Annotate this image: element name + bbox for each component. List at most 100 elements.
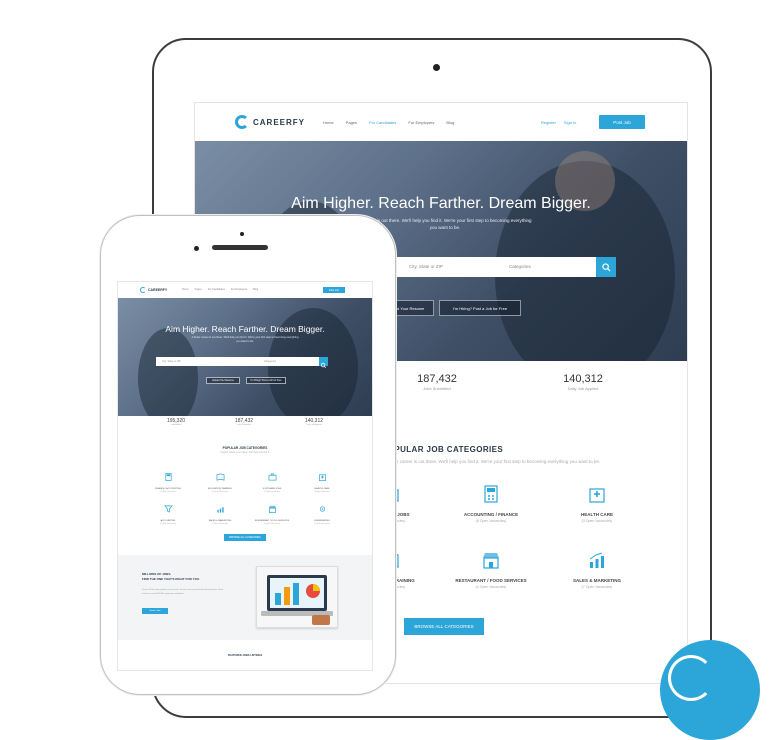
chart-icon — [216, 507, 224, 513]
brand-name: CAREERFY — [253, 117, 306, 127]
category-select[interactable]: Categories — [509, 264, 531, 269]
post-job-button[interactable]: Post Job — [323, 287, 345, 293]
post-free-job-button[interactable]: I'm Hiring? Post a Job for Free — [246, 377, 286, 384]
category-health[interactable]: HEALTH CARE (3 Open Vacancies) — [552, 485, 642, 523]
category-count: (7 Open Vacancies) — [581, 585, 613, 589]
corner-badge-logo-icon — [668, 655, 714, 701]
search-icon — [320, 362, 327, 369]
category-item[interactable]: HEALTH CARE (3 Open Vacancies) — [300, 468, 344, 493]
stat-item: 195,320 Jobs Added — [156, 418, 196, 426]
category-count: (6 Open Vacancies) — [212, 491, 228, 493]
sign-in-link[interactable]: Sign In — [564, 120, 576, 125]
hospital-icon — [589, 488, 605, 503]
nav-link-employers[interactable]: For Employers — [231, 288, 247, 291]
category-count: (5 Open Vacancies) — [314, 523, 330, 525]
stat-item: 187,432 Jobs Submitted — [224, 418, 264, 426]
stat-label: Jobs Submitted — [237, 424, 251, 426]
careerfy-logo-icon — [235, 115, 249, 129]
register-link[interactable]: Register — [541, 120, 556, 125]
category-count: (4 Open Vacancies) — [475, 585, 507, 589]
post-job-button[interactable]: Post Job — [599, 115, 645, 129]
search-icon — [601, 262, 611, 272]
category-name: EDUCATION TRAINING — [208, 488, 232, 490]
category-item[interactable]: FINANCE / ACCOUNTING (4 Open Vacancies) — [146, 468, 190, 493]
stat-label: Jobs Submitted — [423, 386, 451, 391]
phone-logo[interactable]: CAREERFY — [140, 287, 167, 293]
stat-label: Daily Job Applied — [306, 424, 322, 426]
phone-speaker — [212, 245, 268, 250]
categories-title: POPULAR JOB CATEGORIES — [222, 446, 268, 450]
nav-link-blog[interactable]: Blog — [446, 120, 454, 125]
browse-categories-button[interactable]: BROWSE ALL CATEGORIES — [404, 618, 484, 635]
stat-label: Jobs Added — [170, 424, 182, 426]
hero-title: Aim Higher. Reach Farther. Dream Bigger. — [165, 324, 325, 334]
nav-link-pages[interactable]: Pages — [195, 288, 202, 291]
search-bar: City, State or ZIP Categories — [383, 257, 616, 277]
categories-title: POPULAR JOB CATEGORIES — [382, 445, 504, 454]
category-sales[interactable]: SALES & MARKETING (7 Open Vacancies) — [552, 551, 642, 589]
tablet-auth-links: Register Sign In — [541, 120, 576, 125]
category-accounting[interactable]: ACCOUNTING / FINANCE (8 Open Vacancies) — [446, 485, 536, 523]
category-name: HEALTH CARE — [581, 512, 613, 517]
category-name: SALES & MARKETING — [572, 578, 621, 583]
category-count: (7 Open Vacancies) — [212, 523, 228, 525]
category-restaurant[interactable]: RESTAURANT / FOOD SERVICES (4 Open Vacan… — [446, 551, 536, 589]
stat-value: 140,312 — [563, 373, 603, 385]
phone-navbar: CAREERFY Home Pages For Candidates For E… — [118, 282, 372, 298]
search-bar: City, State or ZIP Categories — [156, 357, 328, 369]
hero-photo-person — [138, 328, 198, 416]
phone-hero: Aim Higher. Reach Farther. Dream Bigger.… — [118, 298, 372, 416]
laptop-photo — [256, 566, 338, 628]
category-select[interactable]: Categories — [264, 360, 276, 363]
calculator-icon — [484, 485, 498, 503]
location-input[interactable]: City, State or ZIP — [162, 360, 181, 363]
search-button[interactable] — [596, 257, 616, 277]
briefcase-icon — [268, 473, 276, 481]
category-count: (2 Open Vacancies) — [160, 523, 176, 525]
phone-front-camera — [240, 232, 244, 236]
search-jobs-button[interactable]: Search Jobs — [142, 608, 168, 614]
location-input[interactable]: City, State or ZIP — [409, 264, 443, 269]
browse-categories-button[interactable]: BROWSE ALL CATEGORIES — [224, 534, 266, 541]
category-item[interactable]: RESTAURANT / FOOD SERVICES (4 Open Vacan… — [250, 500, 294, 525]
nav-link-home[interactable]: Home — [182, 288, 189, 291]
hero-title: Aim Higher. Reach Farther. Dream Bigger. — [291, 195, 591, 212]
gear-icon — [319, 506, 325, 512]
nav-link-pages[interactable]: Pages — [346, 120, 357, 125]
category-count: (3 Open Vacancies) — [314, 491, 330, 493]
search-button[interactable] — [319, 357, 328, 369]
category-name: RESTAURANT / FOOD SERVICES — [254, 520, 290, 522]
category-item[interactable]: ENGINEERING (5 Open Vacancies) — [300, 500, 344, 525]
post-free-job-button[interactable]: I'm Hiring? Post a Job for Free — [439, 300, 521, 316]
nav-link-home[interactable]: Home — [323, 120, 334, 125]
store-icon — [483, 553, 499, 569]
tablet-navbar: CAREERFY Home Pages For Candidates For E… — [195, 103, 687, 141]
category-item[interactable]: EDUCATION TRAINING (6 Open Vacancies) — [198, 468, 242, 493]
stat-value: 187,432 — [417, 373, 457, 385]
laptop-image — [257, 567, 337, 627]
book-icon — [216, 473, 224, 481]
nav-link-candidates[interactable]: For Candidates — [208, 288, 225, 291]
phone-screen: CAREERFY Home Pages For Candidates For E… — [117, 281, 373, 671]
category-name: ACCOUNTING / FINANCE — [463, 512, 519, 517]
category-name: SALES & MARKETING — [208, 520, 232, 522]
funnel-icon — [163, 505, 173, 513]
category-name: SOFTWARE JOBS — [262, 488, 282, 490]
chart-icon — [589, 552, 604, 568]
nav-link-candidates[interactable]: For Candidates — [369, 120, 396, 125]
tablet-logo[interactable]: CAREERFY — [235, 115, 305, 129]
category-item[interactable]: ACCOUNTING (2 Open Vacancies) — [146, 500, 190, 525]
category-count: (5 Open Vacancies) — [264, 491, 280, 493]
category-name: ENGINEERING — [314, 520, 330, 522]
category-item[interactable]: SALES & MARKETING (7 Open Vacancies) — [198, 500, 242, 525]
category-count: (4 Open Vacancies) — [160, 491, 176, 493]
hospital-icon — [318, 474, 326, 481]
nav-link-blog[interactable]: Blog — [253, 288, 258, 291]
phone-nav-links: Home Pages For Candidates For Employers … — [182, 288, 258, 291]
category-name: HEALTH CARE — [314, 488, 330, 490]
category-item[interactable]: SOFTWARE JOBS (5 Open Vacancies) — [250, 468, 294, 493]
careerfy-logo-icon — [140, 287, 146, 293]
upload-resume-button[interactable]: Upload Your Resume — [206, 377, 240, 384]
nav-link-employers[interactable]: For Employers — [408, 120, 434, 125]
stat-label: Daily Job Applied — [567, 386, 599, 391]
